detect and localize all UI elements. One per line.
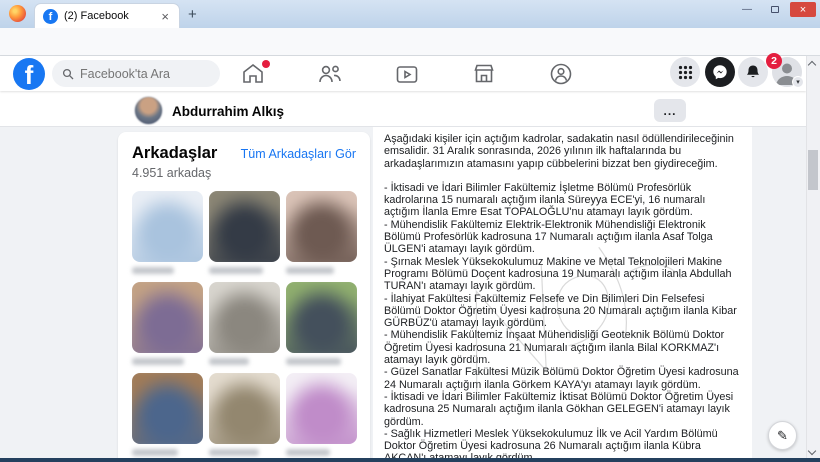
profile-avatar[interactable] (134, 96, 163, 125)
notifications-button[interactable] (738, 57, 768, 87)
messenger-icon (712, 64, 728, 80)
friend-name-redacted (286, 449, 330, 456)
friend-item[interactable] (286, 373, 357, 456)
apps-grid-icon (678, 65, 693, 80)
post-paragraph: - İktisadi ve İdari Bilimler Fakültemiz … (384, 391, 743, 428)
friend-item[interactable] (286, 282, 357, 365)
nav-watch-icon[interactable] (394, 61, 420, 87)
facebook-favicon-icon: f (43, 9, 58, 24)
friend-photo[interactable] (209, 373, 280, 444)
bell-icon (745, 64, 761, 80)
friend-name-redacted (132, 267, 174, 274)
search-bar[interactable] (52, 60, 220, 87)
tab-title: (2) Facebook (64, 10, 153, 22)
friends-card-title: Arkadaşlar (132, 144, 217, 163)
post-paragraph: - Güzel Sanatlar Fakültesi Müzik Bölümü … (384, 366, 743, 391)
friend-item[interactable] (286, 191, 357, 274)
more-options-button[interactable]: ... (654, 99, 686, 122)
scrollbar-thumb[interactable] (808, 150, 818, 190)
friend-name-redacted (286, 358, 341, 365)
firefox-icon[interactable] (9, 5, 26, 22)
scroll-up-arrow-icon[interactable] (809, 59, 817, 67)
friend-item[interactable] (132, 373, 203, 456)
window-close-button[interactable]: × (790, 2, 816, 17)
see-all-friends-link[interactable]: Tüm Arkadaşları Gör (241, 147, 356, 161)
friend-photo[interactable] (286, 282, 357, 353)
friend-photo[interactable] (132, 373, 203, 444)
notification-badge: 2 (766, 53, 782, 69)
nav-groups-icon[interactable] (548, 61, 574, 87)
friend-item[interactable] (209, 191, 280, 274)
window-minimize-button[interactable]: — (734, 2, 760, 17)
friend-photo[interactable] (209, 191, 280, 262)
nav-friends-icon[interactable] (317, 61, 343, 87)
friends-grid (132, 191, 356, 456)
friend-item[interactable] (132, 191, 203, 274)
scrollbar-track[interactable] (806, 56, 820, 458)
profile-name[interactable]: Abdurrahim Alkış (172, 104, 284, 119)
friend-name-redacted (209, 267, 263, 274)
friend-photo[interactable] (286, 191, 357, 262)
friend-name-redacted (209, 449, 259, 456)
chevron-down-icon: ▾ (792, 76, 804, 88)
search-input[interactable] (80, 67, 200, 81)
friend-photo[interactable] (132, 191, 203, 262)
post-paragraph: - Mühendislik Fakültemiz İnşaat Mühendis… (384, 329, 743, 366)
post-paragraph: - Sağlık Hizmetleri Meslek Yüksekokulumu… (384, 428, 743, 462)
browser-tab[interactable]: f (2) Facebook × (34, 3, 180, 28)
friend-photo[interactable] (132, 282, 203, 353)
post-body: Aşağıdaki kişiler için açtığım kadrolar,… (373, 127, 752, 462)
browser-titlebar: f (2) Facebook × + — × ⌄ (0, 0, 820, 28)
post-paragraph: - İlahiyat Fakültesi Fakültemiz Felsefe … (384, 293, 743, 330)
taskbar-edge (0, 458, 820, 462)
new-tab-button[interactable]: + (188, 6, 197, 23)
edit-pencil-icon: ✎ (777, 428, 788, 444)
post-paragraph: - İktisadi ve İdari Bilimler Fakültemiz … (384, 182, 743, 219)
post-paragraph: Aşağıdaki kişiler için açtığım kadrolar,… (384, 133, 743, 170)
friend-name-redacted (132, 449, 178, 456)
friend-photo[interactable] (286, 373, 357, 444)
nav-marketplace-icon[interactable] (471, 61, 497, 87)
window-restore-button[interactable] (762, 2, 788, 17)
window-controls: — × (734, 2, 816, 17)
post-paragraph: - Mühendislik Fakültemiz Elektrik-Elektr… (384, 219, 743, 256)
home-notification-dot (262, 60, 270, 68)
messenger-button[interactable] (705, 57, 735, 87)
friends-count: 4.951 arkadaş (132, 166, 356, 180)
friend-name-redacted (132, 358, 184, 365)
scroll-down-arrow-icon[interactable] (809, 448, 817, 456)
friend-item[interactable] (132, 282, 203, 365)
apps-menu-button[interactable] (670, 57, 700, 87)
friend-photo[interactable] (209, 282, 280, 353)
facebook-logo[interactable]: f (13, 58, 45, 90)
compose-post-button[interactable]: ✎ (768, 421, 797, 450)
search-icon (62, 68, 74, 80)
friends-card: Arkadaşlar Tüm Arkadaşları Gör 4.951 ark… (118, 132, 370, 462)
post-paragraph: - Şırnak Meslek Yüksekokulumuz Makine ve… (384, 256, 743, 293)
friend-name-redacted (286, 267, 334, 274)
browser-toolbar: ← → ⟳ ⌂ https://www.facebook.com/abdurra… (0, 28, 820, 56)
tab-close-icon[interactable]: × (159, 9, 171, 24)
friend-name-redacted (209, 358, 249, 365)
friend-item[interactable] (209, 282, 280, 365)
friend-item[interactable] (209, 373, 280, 456)
post-card: Aşağıdaki kişiler için açtığım kadrolar,… (373, 127, 752, 462)
restore-icon (771, 6, 779, 13)
